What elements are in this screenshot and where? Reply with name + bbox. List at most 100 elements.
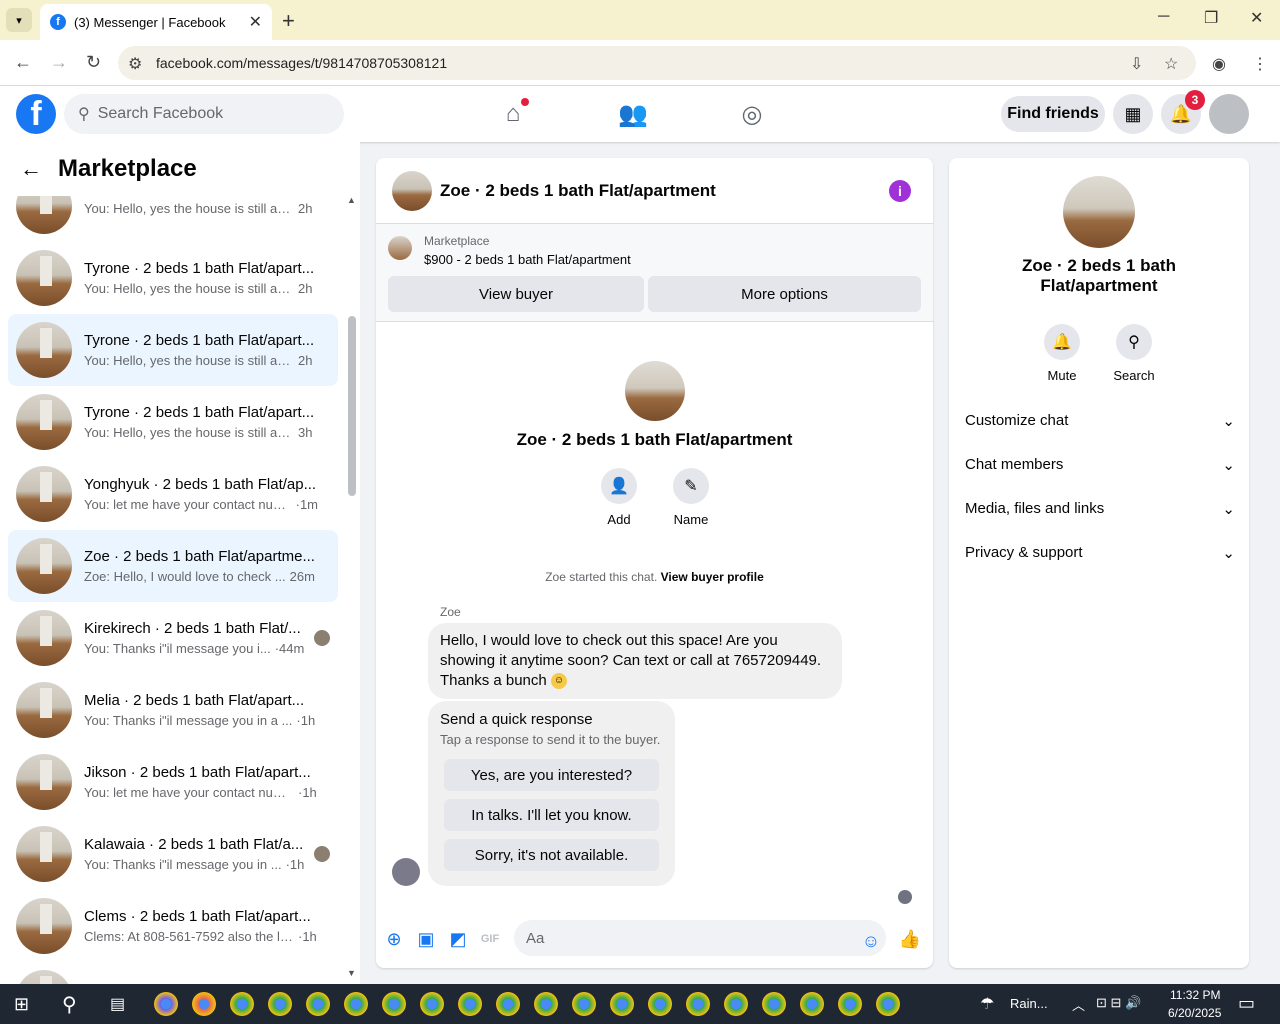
thumbs-up-icon[interactable]: 👍 <box>899 928 921 950</box>
conversation-item[interactable]: Clems · 2 beds 1 bath Flat/apart... Clems… <box>8 890 338 962</box>
section-label: Privacy & support <box>965 544 1083 561</box>
tab-search-button[interactable]: ▾ <box>6 8 32 32</box>
search-conversation-button[interactable]: ⚲ Search <box>1104 324 1164 383</box>
bookmark-star-icon[interactable]: ☆ <box>1164 54 1178 74</box>
clock-date[interactable]: 6/20/2025 <box>1168 1006 1221 1020</box>
chrome-app-icon[interactable] <box>306 992 330 1016</box>
chrome-app-icon[interactable] <box>610 992 634 1016</box>
account-avatar[interactable] <box>1209 94 1249 134</box>
scroll-up-icon[interactable]: ▲ <box>347 195 356 205</box>
scroll-down-icon[interactable]: ▼ <box>347 968 356 978</box>
view-buyer-profile-link[interactable]: View buyer profile <box>661 570 764 584</box>
more-options-button[interactable]: More options <box>648 276 921 312</box>
reload-icon[interactable]: ↻ <box>86 52 101 73</box>
chrome-app-icon[interactable] <box>420 992 444 1016</box>
facebook-logo-icon[interactable]: f <box>16 94 56 134</box>
tray-chevron-icon[interactable]: ︿ <box>1072 995 1085 1014</box>
site-info-icon[interactable]: ⚙ <box>128 54 142 74</box>
chrome-app-icon[interactable] <box>572 992 596 1016</box>
url-field[interactable]: facebook.com/messages/t/9814708705308121 <box>118 46 1196 80</box>
forward-icon[interactable]: → <box>50 52 68 73</box>
buyer-avatar[interactable] <box>392 858 420 886</box>
notification-center-icon[interactable]: ▭ <box>1238 993 1255 1014</box>
back-icon[interactable]: ← <box>14 52 32 73</box>
chrome-app-icon[interactable] <box>230 992 254 1016</box>
back-arrow-icon[interactable]: ← <box>20 156 42 182</box>
chrome-app-icon[interactable] <box>876 992 900 1016</box>
notifications-bell-icon[interactable]: 🔔 3 <box>1161 90 1205 134</box>
message-input[interactable]: Aa <box>514 920 886 956</box>
gif-icon[interactable]: GIF <box>479 928 501 950</box>
chrome-app-icon[interactable] <box>268 992 292 1016</box>
windows-start-icon[interactable]: ⊞ <box>14 994 29 1015</box>
friends-icon[interactable]: 👥 <box>617 98 649 130</box>
conversation-item[interactable]: Tyrone · 2 beds 1 bath Flat/apart... You:… <box>8 314 338 386</box>
weather-icon[interactable]: ☂ <box>980 994 994 1014</box>
chrome-app-icon[interactable] <box>686 992 710 1016</box>
emoji-icon[interactable]: ☺ <box>860 930 882 952</box>
section-chat-members[interactable]: Chat members ⌄ <box>965 456 1235 474</box>
chrome-app-icon[interactable] <box>800 992 824 1016</box>
tray-icons[interactable]: ⊡ ⊟ 🔊 <box>1096 995 1141 1011</box>
chrome-app-icon[interactable] <box>762 992 786 1016</box>
chrome-app-icon[interactable] <box>458 992 482 1016</box>
conversation-item[interactable]: Tyrone · 2 beds 1 bath Flat/apart... You:… <box>8 242 338 314</box>
paint-app-icon[interactable] <box>192 992 216 1016</box>
chrome-app-icon[interactable] <box>648 992 672 1016</box>
conversation-item[interactable]: Jikson · 2 beds 1 bath Flat/apart... You:… <box>8 746 338 818</box>
new-tab-icon[interactable]: + <box>282 8 295 34</box>
close-tab-icon[interactable]: ✕ <box>249 12 262 32</box>
conversation-item[interactable]: Tyrone · 2 beds 1 bath Flat/apart... You:… <box>8 386 338 458</box>
browser-tab[interactable]: f (3) Messenger | Facebook ✕ <box>40 4 272 40</box>
home-icon[interactable]: ⌂ <box>497 98 529 130</box>
install-icon[interactable]: ⇩ <box>1130 54 1143 74</box>
section-customize-chat[interactable]: Customize chat ⌄ <box>965 412 1235 430</box>
sticker-icon[interactable]: ◩ <box>447 928 469 950</box>
conversation-item[interactable]: Melia · 2 beds 1 bath Flat/apart... You: … <box>8 674 338 746</box>
find-friends-button[interactable]: Find friends <box>1001 96 1105 132</box>
chrome-app-icon[interactable] <box>724 992 748 1016</box>
chrome-app-icon[interactable] <box>838 992 862 1016</box>
menu-dots-icon[interactable]: ⋮ <box>1252 54 1268 74</box>
photo-icon[interactable]: ▣ <box>415 928 437 950</box>
search-input[interactable]: ⚲ Search Facebook <box>64 94 344 134</box>
weather-text[interactable]: Rain... <box>1010 996 1048 1011</box>
taskbar-search-icon[interactable]: ⚲ <box>62 992 77 1017</box>
conversation-item[interactable]: Malei · 2 beds 1 bath Flat/apa... <box>8 962 338 984</box>
add-people-button[interactable]: 👤 Add <box>589 468 649 527</box>
conversation-item[interactable]: Kirekirech · 2 beds 1 bath Flat/... You: … <box>8 602 338 674</box>
incoming-message[interactable]: Hello, I would love to check out this sp… <box>428 623 842 699</box>
plus-circle-icon[interactable]: ⊕ <box>383 928 405 950</box>
mute-button[interactable]: 🔔 Mute <box>1032 324 1092 383</box>
groups-icon[interactable]: ◎ <box>736 98 768 130</box>
conversation-item[interactable]: Kalawaia · 2 beds 1 bath Flat/a... You: T… <box>8 818 338 890</box>
task-view-icon[interactable]: ▤ <box>110 994 125 1014</box>
chat-title[interactable]: Zoe · 2 beds 1 bath Flat/apartment <box>440 181 716 201</box>
close-window-icon[interactable]: ✕ <box>1250 8 1263 28</box>
chrome-app-icon[interactable] <box>496 992 520 1016</box>
menu-grid-icon[interactable]: ▦ <box>1113 94 1153 134</box>
conversation-item[interactable]: Zoe · 2 beds 1 bath Flat/apartme... Zoe: … <box>8 530 338 602</box>
restore-icon[interactable]: ❐ <box>1204 8 1218 28</box>
section-media-files-links[interactable]: Media, files and links ⌄ <box>965 500 1235 518</box>
view-buyer-button[interactable]: View buyer <box>388 276 644 312</box>
chat-avatar[interactable] <box>392 170 432 211</box>
edit-name-button[interactable]: ✎ Name <box>661 468 721 527</box>
quick-response-option[interactable]: In talks. I'll let you know. <box>444 799 659 831</box>
clock-time[interactable]: 11:32 PM <box>1170 988 1220 1002</box>
listing-price[interactable]: $900 - 2 beds 1 bath Flat/apartment <box>424 252 921 267</box>
listing-thumbnail[interactable] <box>388 236 412 260</box>
quick-response-option[interactable]: Yes, are you interested? <box>444 759 659 791</box>
browser-tab-strip: ▾ f (3) Messenger | Facebook ✕ + ─ ❐ ✕ <box>0 0 1280 40</box>
chrome-app-icon[interactable] <box>382 992 406 1016</box>
chrome-app-icon[interactable] <box>344 992 368 1016</box>
conversation-item[interactable]: Yonghyuk · 2 beds 1 bath Flat/ap... You: … <box>8 458 338 530</box>
copilot-app-icon[interactable] <box>154 992 178 1016</box>
quick-response-option[interactable]: Sorry, it's not available. <box>444 839 659 871</box>
profile-icon[interactable]: ◉ <box>1212 54 1226 74</box>
info-icon[interactable]: i <box>889 180 911 202</box>
section-privacy-support[interactable]: Privacy & support ⌄ <box>965 544 1235 562</box>
sidebar-scrollbar-thumb[interactable] <box>348 316 356 496</box>
chrome-app-icon[interactable] <box>534 992 558 1016</box>
minimize-icon[interactable]: ─ <box>1158 8 1169 26</box>
